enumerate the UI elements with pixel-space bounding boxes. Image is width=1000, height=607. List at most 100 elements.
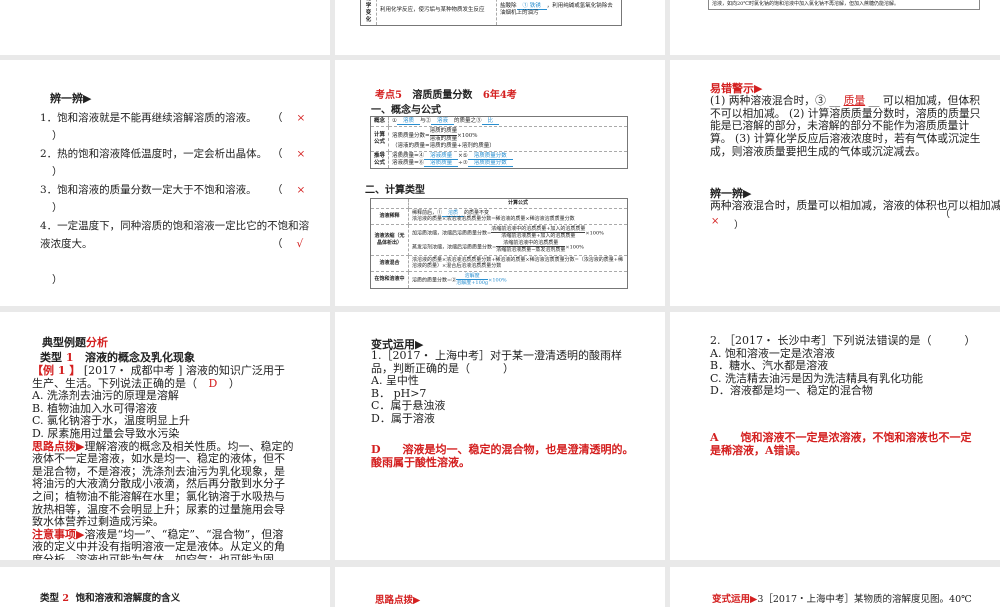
concept-table: 概念 ① 溶质 与② 溶液 的质量之③ 比 计算公式 溶质质量分数= 溶质的质量 溶液的质量 ×10… <box>369 116 628 169</box>
slide-type-2[interactable]: 类型 2 饱和溶液和溶解度的含义 <box>0 567 330 607</box>
text: 稀释前后，① <box>412 209 443 216</box>
answer: （× <box>272 181 305 199</box>
blank-answer: 质量 <box>843 94 866 107</box>
text: ×⑤ <box>458 153 468 159</box>
slide-hint[interactable]: 思路点拨▶ <box>335 567 665 607</box>
blank-answer: 溶质 <box>396 118 420 125</box>
num: 与② <box>419 118 431 124</box>
topic-title: 考点5 溶质质量分数 6年4考 <box>375 86 517 101</box>
paren: ） <box>52 130 63 142</box>
question-block: 2. ［2017・ 长沙中考］下列说法错误的是（ ） A. 饱和溶液一定是浓溶液… <box>710 334 982 398</box>
blank-answer: 溶质质量 <box>424 160 459 167</box>
question-line: 变式运用▶3［2017・上海中考］某物质的溶解度见图。40℃ <box>712 591 972 605</box>
text: 的质量之③ <box>454 118 482 124</box>
text: 蒸发溶剂浓缩，浓缩后溶质质量分数= <box>412 244 497 250</box>
numerator: 浓缩前溶液中的溶质质量 <box>496 240 566 247</box>
judge-list: 1．饱和溶液就是不能再继续溶解溶质的溶液。（×） 2．热的饱和溶液降低温度时，一… <box>40 109 312 289</box>
slide-mass-fraction[interactable]: 考点5 溶质质量分数 6年4考 一、概念与公式 概念 ① 溶质 与② 溶液 的质量之③ 比 … <box>335 60 665 306</box>
blank-answer: 溶质质量分数 <box>467 160 513 167</box>
slide-judge[interactable]: 辨一辨▶ 1．饱和溶液就是不能再继续溶解溶质的溶液。（×） 2．热的饱和溶液降低… <box>0 60 330 306</box>
cross-mark: × <box>711 216 720 227</box>
text: ÷⑦ <box>458 160 468 166</box>
hint-label: 思路点拨▶ <box>32 439 85 453</box>
blank-answer: 溶液质量 <box>424 153 459 160</box>
question-block: 1.［2017・ 上海中考］对于某一澄清透明的酸雨样品，判断正确的是（ ） A.… <box>371 349 643 426</box>
row-head: 概念 <box>369 116 390 127</box>
hint-label: 思路点拨▶ <box>375 595 421 606</box>
judge-item: 1．饱和溶液就是不能再继续溶解溶质的溶液。 （× ） <box>40 109 312 145</box>
fraction: 溶质的质量 溶液的质量 <box>429 128 458 143</box>
row-head: 化学变化 <box>360 0 377 26</box>
text: ×100% <box>585 230 604 236</box>
topic-name: 溶质质量分数 <box>412 90 473 101</box>
paren: ） <box>734 220 744 231</box>
blank-answer: 溶液 <box>430 118 454 125</box>
paren: （ <box>940 209 950 220</box>
cross-mark: × <box>296 112 306 124</box>
slide-top-right[interactable]: 溶液，如向20℃时氯化钠的饱和溶液中加入氯化钠不再溶解，但加入蔗糖仍能溶解。 <box>670 0 1000 55</box>
option-d: D．属于溶液 <box>371 411 435 425</box>
note: （溶液的质量=溶质的质量+溶剂的质量） <box>392 143 495 149</box>
text: 的质量不变 <box>464 209 490 216</box>
item-text: 3．饱和溶液的质量分数一定大于不饱和溶液。 <box>40 184 257 196</box>
slide-variant-2[interactable]: 2. ［2017・ 长沙中考］下列说法错误的是（ ） A. 饱和溶液一定是浓溶液… <box>670 312 1000 560</box>
denominator: 溶解度+100g <box>456 280 489 286</box>
hint: 思路点拨▶理解溶液的概念及相关性质。均一、稳定的液体不一定是溶液，如水是均一、稳… <box>32 439 294 529</box>
option-a: A. 洗涤剂去油污的原理是溶解 <box>32 389 179 403</box>
column-head: 计算公式 <box>408 198 628 209</box>
check-mark: √ <box>296 238 304 250</box>
denominator: 浓缩前溶液质量−蒸发溶剂质量 <box>496 247 566 253</box>
example-question: 【例 1 】 [2017・ 成都中考 ] 溶液的知识广泛用于生产、生活。下列说法… <box>32 364 294 390</box>
row-head: 溶液混合 <box>370 254 409 272</box>
numerator: 浓缩前溶液中的溶质质量+加入的溶质质量 <box>491 225 586 233</box>
paren: （ <box>272 148 283 160</box>
info-text: 溶液，如向20℃时氯化钠的饱和溶液中加入氯化钠不再溶解，但加入蔗糖仍能溶解。 <box>712 1 899 7</box>
note: 注意事项▶溶液是“均一”、“稳定”、“混合物”，但溶液的定义中并没有指明溶液一定… <box>32 528 294 560</box>
text: (1) 两种溶液混合时，③ __ <box>710 94 844 107</box>
text: ×100% <box>565 244 584 250</box>
cross-mark: × <box>296 184 306 196</box>
slide-title: 典型例题分析 <box>42 336 108 349</box>
text: 溶质的质量分数=② <box>412 277 457 283</box>
cell: 加溶质浓缩，浓缩后溶质质量分数= 浓缩前溶液中的溶质质量+加入的溶质质量 浓缩前溶液… <box>408 223 628 256</box>
option-a: A. 呈中性 <box>371 374 419 388</box>
type-label: 类型 <box>40 351 62 364</box>
answer: （× <box>272 109 305 127</box>
slide-common-mistakes[interactable]: 易错警示▶ (1) 两种溶液混合时，③ __ 质量 __ 可以相加减，但体积不可… <box>670 60 1000 306</box>
blank-answer: 比 <box>481 118 500 125</box>
paren: （ <box>272 238 283 250</box>
type-number: 1 <box>65 351 74 364</box>
cell-desc: 利用化学反应，使污垢与某种物质发生反应 <box>376 0 497 26</box>
answer: D <box>208 376 218 390</box>
judge-item: 4．一定温度下，同种溶质的饱和溶液一定比它的不饱和溶液浓度大。（√） <box>40 217 312 289</box>
type-heading: 类型 2 饱和溶液和溶解度的含义 <box>40 590 180 604</box>
slide-top-middle[interactable]: 化学变化 利用化学反应，使污垢与某种物质发生反应 盐酸除① 铁锈，利用纯碱或氢氧… <box>335 0 665 55</box>
example-label: 【例 1 】 <box>32 364 81 377</box>
paren: （ <box>272 184 283 196</box>
type-title: 溶液的概念及乳化现象 <box>85 351 195 364</box>
question-text: 1.［2017・ 上海中考］对于某一澄清透明的酸雨样品，判断正确的是（ ） <box>371 349 622 375</box>
slide-top-left[interactable] <box>0 0 330 55</box>
fraction: 溶解度 溶解度+100g <box>456 273 489 287</box>
judge-item: 3．饱和溶液的质量分数一定大于不饱和溶液。（×） <box>40 181 312 217</box>
text: 浓溶液的质量×浓溶液溶质质量分数=稀溶液的质量×稀溶液溶质质量分数 <box>412 216 575 222</box>
corner <box>370 198 409 209</box>
answer: （√ <box>272 235 303 253</box>
denominator: 溶液的质量 <box>429 136 458 142</box>
paren: ） <box>52 166 63 178</box>
formula-cell: 溶质质量分数= 溶质的质量 溶液的质量 ×100% （溶液的质量=溶质的质量+溶剂的质量… <box>388 126 628 152</box>
title-text: 典型例题 <box>42 336 86 349</box>
text: 溶液质量=⑥ <box>392 160 425 166</box>
section-heading: 辨一辨▶ <box>50 92 92 105</box>
calc-table: 计算公式 溶液稀释 稀释前后，① 溶质 的质量不变 浓溶液的质量×浓溶液溶质质量分数=稀… <box>370 198 628 289</box>
blank-answer: 溶质质量分数 <box>467 153 513 160</box>
slide-variant-3[interactable]: 变式运用▶3［2017・上海中考］某物质的溶解度见图。40℃ <box>670 567 1000 607</box>
item-text: 1．饱和溶液就是不能再继续溶解溶质的溶液。 <box>40 112 257 124</box>
slide-variant-1[interactable]: 变式运用▶ 1.［2017・ 上海中考］对于某一澄清透明的酸雨样品，判断正确的是… <box>335 312 665 560</box>
info-box: 溶液，如向20℃时氯化钠的饱和溶液中加入氯化钠不再溶解，但加入蔗糖仍能溶解。 <box>708 0 980 10</box>
concept-cell: ① 溶质 与② 溶液 的质量之③ 比 <box>388 116 628 127</box>
cell-example: 盐酸除 ① 铁锈 ，利用纯碱或氢氧化钠除去油烟机上的油污 <box>496 0 622 26</box>
slide-example-1[interactable]: 典型例题分析 类型 1 溶液的概念及乳化现象 【例 1 】 [2017・ 成都中… <box>0 312 330 560</box>
section-title: 一、概念与公式 <box>371 105 441 116</box>
type-label: 类型 <box>40 593 60 604</box>
